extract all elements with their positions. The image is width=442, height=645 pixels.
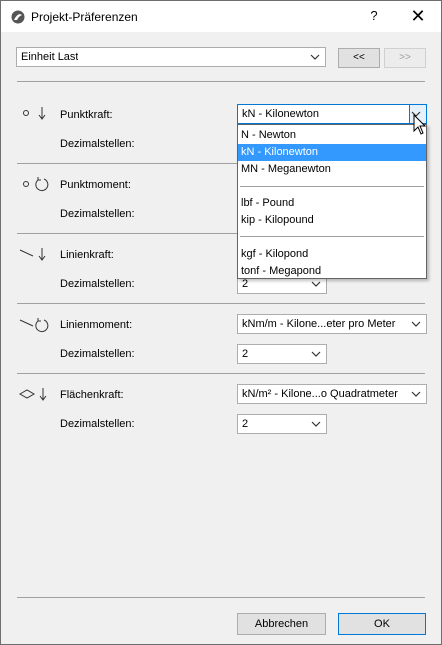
close-button[interactable]: ✕ bbox=[405, 6, 431, 28]
surface-force-decimals-select[interactable]: 2 bbox=[237, 414, 327, 434]
next-button[interactable]: >> bbox=[384, 48, 426, 68]
cancel-button[interactable]: Abbrechen bbox=[237, 613, 326, 635]
chevron-down-icon bbox=[310, 54, 320, 60]
divider bbox=[17, 81, 425, 82]
point-force-unit-value: kN - Kilonewton bbox=[242, 108, 320, 120]
app-icon bbox=[11, 10, 25, 24]
point-moment-decimals-label: Dezimalstellen: bbox=[60, 208, 135, 220]
surface-force-unit-select[interactable]: kN/m² - Kilone...o Quadratmeter bbox=[237, 384, 427, 404]
category-select[interactable]: Einheit Last bbox=[16, 47, 326, 67]
chevron-down-icon bbox=[411, 391, 421, 397]
divider bbox=[17, 373, 425, 374]
chevron-down-icon bbox=[311, 281, 321, 287]
option-pound[interactable]: lbf - Pound bbox=[238, 195, 426, 212]
point-force-decimals-label: Dezimalstellen: bbox=[60, 138, 135, 150]
option-kilonewton[interactable]: kN - Kilonewton bbox=[238, 144, 426, 161]
chevron-down-icon bbox=[311, 421, 321, 427]
mouse-cursor-icon bbox=[413, 114, 427, 135]
divider bbox=[17, 597, 425, 598]
line-moment-decimals-select[interactable]: 2 bbox=[237, 344, 327, 364]
line-moment-unit-select[interactable]: kNm/m - Kilone...eter pro Meter bbox=[237, 314, 427, 334]
ok-button[interactable]: OK bbox=[338, 613, 426, 635]
line-moment-label: Linienmoment: bbox=[60, 319, 133, 331]
title-bar: Projekt-Präferenzen ? ✕ bbox=[1, 1, 441, 32]
window-title: Projekt-Präferenzen bbox=[31, 10, 138, 24]
option-kilopound[interactable]: kip - Kilopound bbox=[238, 212, 426, 229]
chevron-down-icon bbox=[311, 351, 321, 357]
previous-button[interactable]: << bbox=[338, 48, 380, 68]
line-force-icon bbox=[19, 248, 46, 261]
list-separator bbox=[240, 236, 424, 237]
option-megapond[interactable]: tonf - Megapond bbox=[238, 263, 426, 280]
option-newton[interactable]: N - Newton bbox=[238, 127, 426, 144]
surface-force-icon bbox=[18, 388, 47, 401]
line-moment-decimals-label: Dezimalstellen: bbox=[60, 348, 135, 360]
dialog-window: Projekt-Präferenzen ? ✕ Einheit Last << … bbox=[0, 0, 442, 645]
chevron-down-icon bbox=[411, 321, 421, 327]
line-moment-decimals-value: 2 bbox=[242, 348, 249, 360]
point-moment-icon bbox=[23, 177, 49, 192]
point-force-label: Punktkraft: bbox=[60, 109, 113, 121]
line-moment-icon bbox=[19, 318, 49, 333]
line-force-decimals-label: Dezimalstellen: bbox=[60, 278, 135, 290]
divider bbox=[17, 303, 425, 304]
point-force-unit-select[interactable]: kN - Kilonewton bbox=[237, 104, 427, 124]
surface-force-unit-value: kN/m² - Kilone...o Quadratmeter bbox=[242, 388, 398, 400]
surface-force-decimals-label: Dezimalstellen: bbox=[60, 418, 135, 430]
point-moment-label: Punktmoment: bbox=[60, 179, 131, 191]
point-force-icon bbox=[23, 107, 46, 120]
line-moment-unit-value: kNm/m - Kilone...eter pro Meter bbox=[242, 318, 396, 330]
option-kilopond[interactable]: kgf - Kilopond bbox=[238, 246, 426, 263]
surface-force-decimals-value: 2 bbox=[242, 418, 249, 430]
help-button[interactable]: ? bbox=[363, 8, 385, 26]
list-separator bbox=[240, 186, 424, 187]
surface-force-label: Flächenkraft: bbox=[60, 389, 124, 401]
option-meganewton[interactable]: MN - Meganewton bbox=[238, 161, 426, 178]
line-force-label: Linienkraft: bbox=[60, 249, 114, 261]
unit-dropdown-list: N - Newton kN - Kilonewton MN - Meganewt… bbox=[237, 124, 427, 279]
category-select-value: Einheit Last bbox=[21, 51, 79, 63]
